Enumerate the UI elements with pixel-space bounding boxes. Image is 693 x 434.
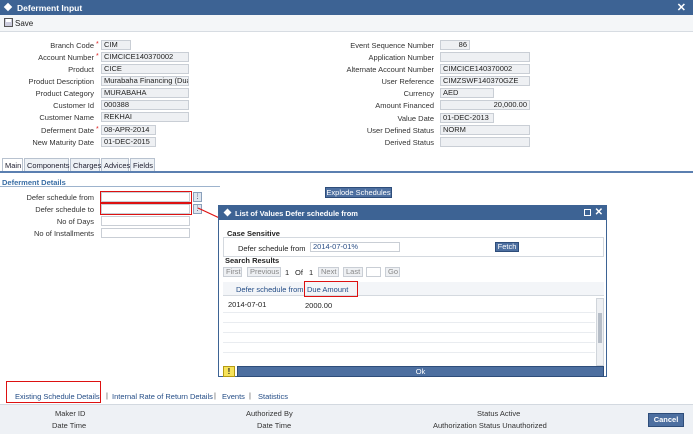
lov-dialog: List of Values Defer schedule from ✕ Cas… bbox=[218, 205, 607, 377]
warning-icon: ! bbox=[223, 366, 235, 377]
pager: First Previous 1 Of 1 Next Last Go bbox=[223, 267, 603, 279]
pager-first-button[interactable]: First bbox=[223, 267, 242, 277]
cancel-button[interactable]: Cancel bbox=[648, 413, 684, 427]
lov-dialog-titlebar: List of Values Defer schedule from ✕ bbox=[219, 206, 606, 220]
pager-next-button[interactable]: Next bbox=[318, 267, 339, 277]
dialog-close-icon[interactable]: ✕ bbox=[595, 207, 603, 218]
pager-previous-button[interactable]: Previous bbox=[247, 267, 281, 277]
list-item bbox=[223, 332, 595, 341]
record-status: Status Active bbox=[477, 409, 521, 418]
due-amount-highlight bbox=[304, 281, 358, 297]
authorization-status: Authorization Status Unauthorized bbox=[433, 421, 547, 430]
lov-dialog-title: List of Values Defer schedule from bbox=[235, 209, 358, 218]
search-field-label: Defer schedule from bbox=[238, 244, 306, 253]
maker-id-label: Maker ID bbox=[55, 409, 86, 418]
pager-last-button[interactable]: Last bbox=[343, 267, 363, 277]
search-results-label: Search Results bbox=[225, 256, 280, 265]
list-item bbox=[223, 342, 595, 351]
ok-button[interactable]: Ok bbox=[237, 366, 604, 377]
pager-total-pages: 1 bbox=[309, 268, 314, 277]
events-link[interactable]: Events bbox=[222, 392, 245, 401]
link-separator: | bbox=[106, 391, 108, 400]
search-field-input[interactable]: 2014-07-01% bbox=[310, 242, 400, 252]
row-defer-from: 2014-07-01 bbox=[228, 300, 267, 309]
table-row[interactable]: 2014-07-01 2000.00 bbox=[223, 298, 595, 310]
fetch-button[interactable]: Fetch bbox=[495, 242, 519, 252]
results-header: Defer schedule from Due Amount bbox=[223, 282, 604, 296]
statistics-link[interactable]: Statistics bbox=[258, 392, 288, 401]
row-due-amount: 2000.00 bbox=[305, 301, 333, 310]
bottom-links: Existing Schedule Details | Internal Rat… bbox=[0, 381, 693, 404]
dialog-diamond-icon bbox=[223, 208, 232, 217]
list-item bbox=[223, 352, 595, 361]
list-item bbox=[223, 322, 595, 331]
search-panel: Defer schedule from 2014-07-01% Fetch bbox=[223, 237, 604, 257]
link-separator: | bbox=[214, 391, 216, 400]
maker-date-time-label: Date Time bbox=[52, 421, 87, 430]
irr-details-link[interactable]: Internal Rate of Return Details bbox=[112, 392, 213, 401]
scrollbar-thumb[interactable] bbox=[598, 313, 602, 343]
results-scrollbar[interactable] bbox=[596, 298, 604, 366]
audit-footer: Maker ID Date Time Authorized By Date Ti… bbox=[0, 404, 693, 434]
link-separator: | bbox=[249, 391, 251, 400]
existing-schedule-highlight bbox=[6, 381, 101, 403]
checker-date-time-label: Date Time bbox=[257, 421, 292, 430]
pager-go-button[interactable]: Go bbox=[385, 267, 400, 277]
pager-of-label: Of bbox=[295, 268, 303, 277]
list-item bbox=[223, 312, 595, 321]
maximize-icon[interactable] bbox=[584, 209, 591, 216]
column-defer-schedule-from[interactable]: Defer schedule from bbox=[236, 285, 304, 294]
authorized-by-label: Authorized By bbox=[246, 409, 293, 418]
pager-current-page: 1 bbox=[285, 268, 290, 277]
pager-page-input[interactable] bbox=[366, 267, 381, 277]
